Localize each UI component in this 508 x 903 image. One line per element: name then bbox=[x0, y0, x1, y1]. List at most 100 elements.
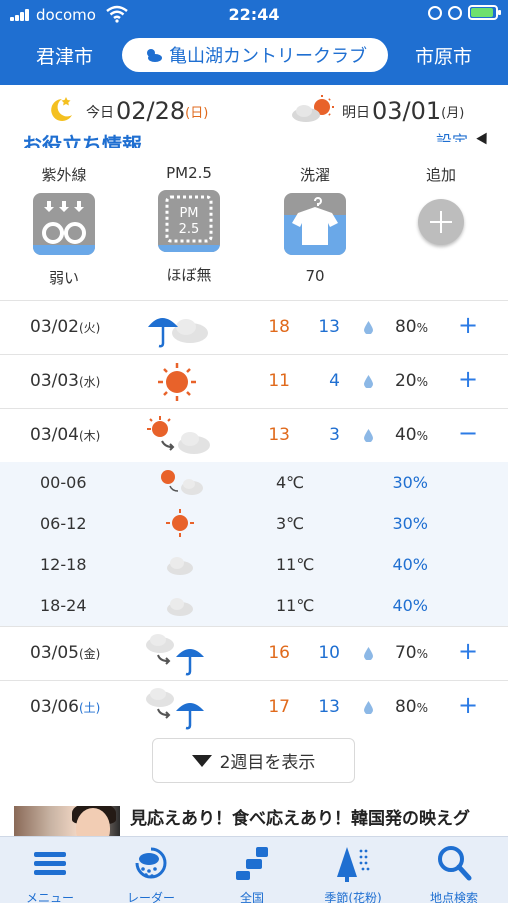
day-date-value: 03/04 bbox=[30, 425, 79, 445]
raindrop-icon bbox=[364, 429, 373, 442]
tab-location-search[interactable]: 地点検索 bbox=[404, 843, 504, 903]
svg-text:2.5: 2.5 bbox=[179, 222, 200, 237]
day-dow: (水) bbox=[79, 375, 101, 389]
triangle-down-icon bbox=[191, 754, 212, 767]
day-date-value: 03/02 bbox=[30, 317, 79, 337]
day-pop-unit: % bbox=[416, 647, 428, 661]
raindrop-icon bbox=[364, 321, 373, 334]
day-high-temp: 13 bbox=[268, 425, 290, 445]
today-tab[interactable]: 今日 02/28 (日) bbox=[42, 95, 208, 125]
tomorrow-date: 03/01 bbox=[372, 97, 442, 125]
day-dow: (金) bbox=[79, 647, 101, 661]
day-date-value: 03/06 bbox=[30, 697, 79, 717]
info-item-pm25[interactable]: PM2.5 PM 2.5 ほぼ無 bbox=[139, 164, 239, 285]
day-low-temp: 10 bbox=[318, 643, 340, 663]
add-icon[interactable] bbox=[418, 199, 464, 245]
pollen-tree-icon bbox=[337, 847, 370, 882]
expand-button[interactable]: + bbox=[456, 693, 480, 717]
expand-button[interactable]: + bbox=[456, 639, 480, 663]
day-row[interactable]: 03/02(火) 18 13 80% + bbox=[0, 300, 508, 354]
show-week2-label: 2週目を表示 bbox=[219, 753, 316, 773]
day-low-temp: 13 bbox=[318, 317, 340, 337]
search-icon bbox=[438, 846, 472, 881]
raindrop-icon bbox=[364, 701, 373, 714]
info-value: 70 bbox=[305, 267, 325, 285]
show-week2-button[interactable]: 2週目を表示 bbox=[152, 738, 355, 783]
cloud-icon bbox=[167, 598, 193, 616]
info-title: 洗濯 bbox=[299, 166, 330, 184]
radar-icon bbox=[135, 847, 167, 879]
info-value: 弱い bbox=[48, 269, 79, 287]
tab-menu[interactable]: メニュー bbox=[0, 843, 100, 903]
day-row[interactable]: 03/03(水) 11 4 20% + bbox=[0, 354, 508, 408]
expand-button[interactable]: + bbox=[456, 313, 480, 337]
day-row[interactable]: 03/05(金) 16 10 70% + bbox=[0, 626, 508, 680]
pm25-icon: PM 2.5 bbox=[158, 190, 220, 252]
moon-icon bbox=[51, 97, 72, 121]
info-item-laundry[interactable]: 洗濯 70 bbox=[265, 164, 365, 285]
status-bar: docomo 22:44 bbox=[0, 0, 508, 30]
cloud-icon bbox=[167, 557, 193, 575]
expand-button[interactable]: + bbox=[456, 367, 480, 391]
tab-nationwide[interactable]: 全国 bbox=[202, 843, 302, 903]
day-pop-unit: % bbox=[416, 375, 428, 389]
tomorrow-tab[interactable]: 明日 03/01 (月) bbox=[290, 95, 464, 125]
detail-row: 06-12 3℃ 30% bbox=[0, 503, 508, 544]
detail-time: 18-24 bbox=[40, 596, 87, 615]
day-dow: (土) bbox=[79, 701, 101, 715]
umbrella-cloud-icon bbox=[148, 318, 208, 348]
detail-pop: 40% bbox=[392, 596, 428, 615]
ad-thumbnail bbox=[14, 806, 120, 840]
tab-label: 全国 bbox=[239, 891, 264, 903]
collapse-button[interactable]: − bbox=[456, 421, 480, 445]
raindrop-icon bbox=[364, 647, 373, 660]
current-location-name: 亀山湖カントリークラブ bbox=[169, 46, 367, 67]
tab-radar[interactable]: レーダー bbox=[101, 843, 201, 903]
day-date-value: 03/05 bbox=[30, 643, 79, 663]
svg-text:PM: PM bbox=[179, 206, 198, 221]
tomorrow-label: 明日 bbox=[342, 105, 370, 121]
battery-icon bbox=[468, 5, 501, 20]
info-heading: お役立ち情報 bbox=[22, 133, 142, 148]
day-pop-value: 80 bbox=[394, 697, 417, 717]
day-date: 03/06(土) bbox=[30, 697, 100, 717]
menu-icon bbox=[34, 852, 66, 875]
day-date: 03/04(木) bbox=[30, 425, 100, 445]
tab-season-pollen[interactable]: 季節(花粉) bbox=[303, 843, 403, 903]
day-high-temp: 11 bbox=[268, 371, 290, 391]
info-item-add[interactable]: 追加 bbox=[391, 164, 491, 245]
detail-row: 18-24 11℃ 40% bbox=[0, 585, 508, 626]
hourly-detail: 00-06 4℃ 30% 06-12 3℃ 30% 12-18 11℃ 40% … bbox=[0, 462, 508, 626]
location-header: 君津市 亀山湖カントリークラブ 市原市 bbox=[0, 30, 508, 85]
tomorrow-dow: (月) bbox=[441, 106, 465, 121]
detail-temp: 3℃ bbox=[276, 514, 305, 533]
today-label: 今日 bbox=[86, 105, 114, 121]
day-pop-value: 40 bbox=[394, 425, 417, 445]
day-row[interactable]: 03/06(土) 17 13 80% + bbox=[0, 680, 508, 734]
day-row[interactable]: 03/04(木) 13 3 40% − bbox=[0, 408, 508, 462]
detail-row: 12-18 11℃ 40% bbox=[0, 544, 508, 585]
ad-banner[interactable]: 見応えあり！食べ応えあり！韓国発の映えグ bbox=[0, 806, 508, 840]
day-pop: 80% bbox=[386, 697, 428, 717]
day-date: 03/03(水) bbox=[30, 371, 100, 391]
ad-headline: 見応えあり！食べ応えあり！韓国発の映えグ bbox=[130, 809, 470, 829]
day-pop-value: 70 bbox=[394, 643, 417, 663]
day-date: 03/05(金) bbox=[30, 643, 100, 663]
day-pop: 70% bbox=[386, 643, 428, 663]
bottom-tab-bar: メニュー レーダー 全国 季節(花粉) 地点検索 bbox=[0, 836, 508, 903]
info-title: 紫外線 bbox=[41, 166, 87, 184]
info-item-uv[interactable]: 紫外線 弱い bbox=[14, 164, 114, 288]
info-settings-link[interactable]: 設定 bbox=[436, 128, 468, 142]
current-location-pill[interactable]: 亀山湖カントリークラブ bbox=[122, 38, 388, 72]
uv-icon bbox=[33, 193, 95, 255]
info-value: ほぼ無 bbox=[166, 266, 212, 284]
tab-label: レーダー bbox=[126, 891, 175, 903]
alarm-icon bbox=[448, 5, 462, 20]
day-date-value: 03/03 bbox=[30, 371, 79, 391]
detail-time: 00-06 bbox=[40, 473, 87, 492]
prev-location-link[interactable]: 君津市 bbox=[36, 42, 93, 69]
info-title: 追加 bbox=[425, 166, 456, 184]
tab-label: 季節(花粉) bbox=[324, 891, 382, 903]
tab-label: メニュー bbox=[25, 891, 74, 903]
next-location-link[interactable]: 市原市 bbox=[415, 42, 472, 69]
